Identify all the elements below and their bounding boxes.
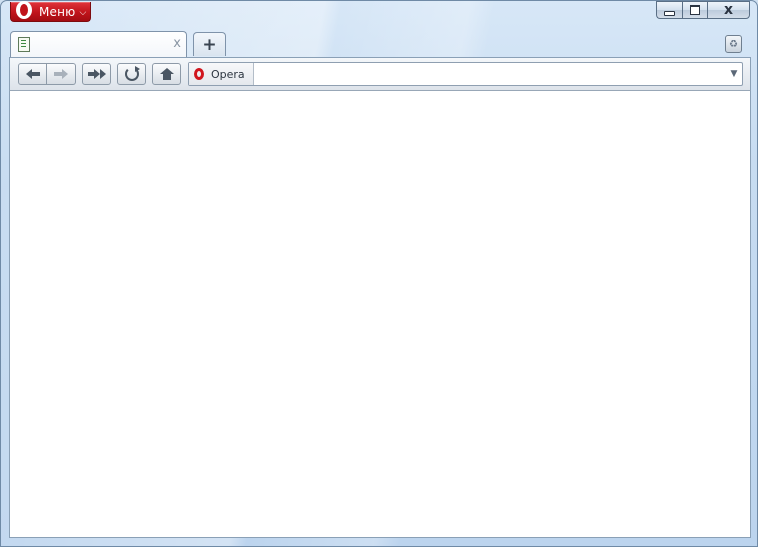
address-bar: Opera ▼ (188, 62, 743, 86)
maximize-button[interactable] (682, 1, 707, 19)
fast-forward-icon (87, 69, 106, 79)
site-badge[interactable]: Opera (189, 63, 254, 85)
minimize-icon (664, 10, 675, 16)
address-dropdown-icon[interactable]: ▼ (726, 69, 742, 79)
back-button[interactable] (18, 63, 47, 85)
chevron-down-icon: ⌵ (79, 7, 87, 18)
new-tab-button[interactable]: + (193, 32, 226, 56)
forward-button[interactable] (47, 63, 76, 85)
site-badge-label: Opera (211, 67, 245, 81)
home-button[interactable] (152, 63, 181, 85)
browser-window: Меню ⌵ x x + ♻ Opera ▼ (0, 0, 758, 547)
plus-icon: + (202, 34, 217, 55)
reload-icon (124, 66, 140, 81)
fast-forward-button[interactable] (82, 63, 111, 85)
maximize-icon (690, 5, 700, 15)
navigation-toolbar: Opera ▼ (9, 57, 751, 91)
close-tab-icon[interactable]: x (173, 36, 181, 51)
page-icon (18, 37, 30, 52)
trash-button[interactable]: ♻ (725, 35, 742, 53)
window-caption-buttons: x (656, 1, 750, 20)
home-icon (159, 68, 174, 80)
address-input[interactable] (253, 64, 726, 84)
reload-button[interactable] (117, 63, 146, 85)
minimize-button[interactable] (656, 1, 682, 19)
opera-logo-icon (16, 1, 32, 19)
tab-blank[interactable]: x (10, 31, 187, 58)
forward-arrow-icon (54, 69, 68, 79)
close-window-button[interactable]: x (707, 1, 750, 19)
close-icon: x (723, 2, 734, 18)
trash-icon: ♻ (729, 38, 738, 50)
opera-menu-button[interactable]: Меню ⌵ (10, 1, 91, 22)
back-arrow-icon (25, 69, 40, 79)
menu-label: Меню (39, 4, 76, 19)
opera-o-icon (194, 68, 204, 80)
page-content (9, 91, 751, 538)
